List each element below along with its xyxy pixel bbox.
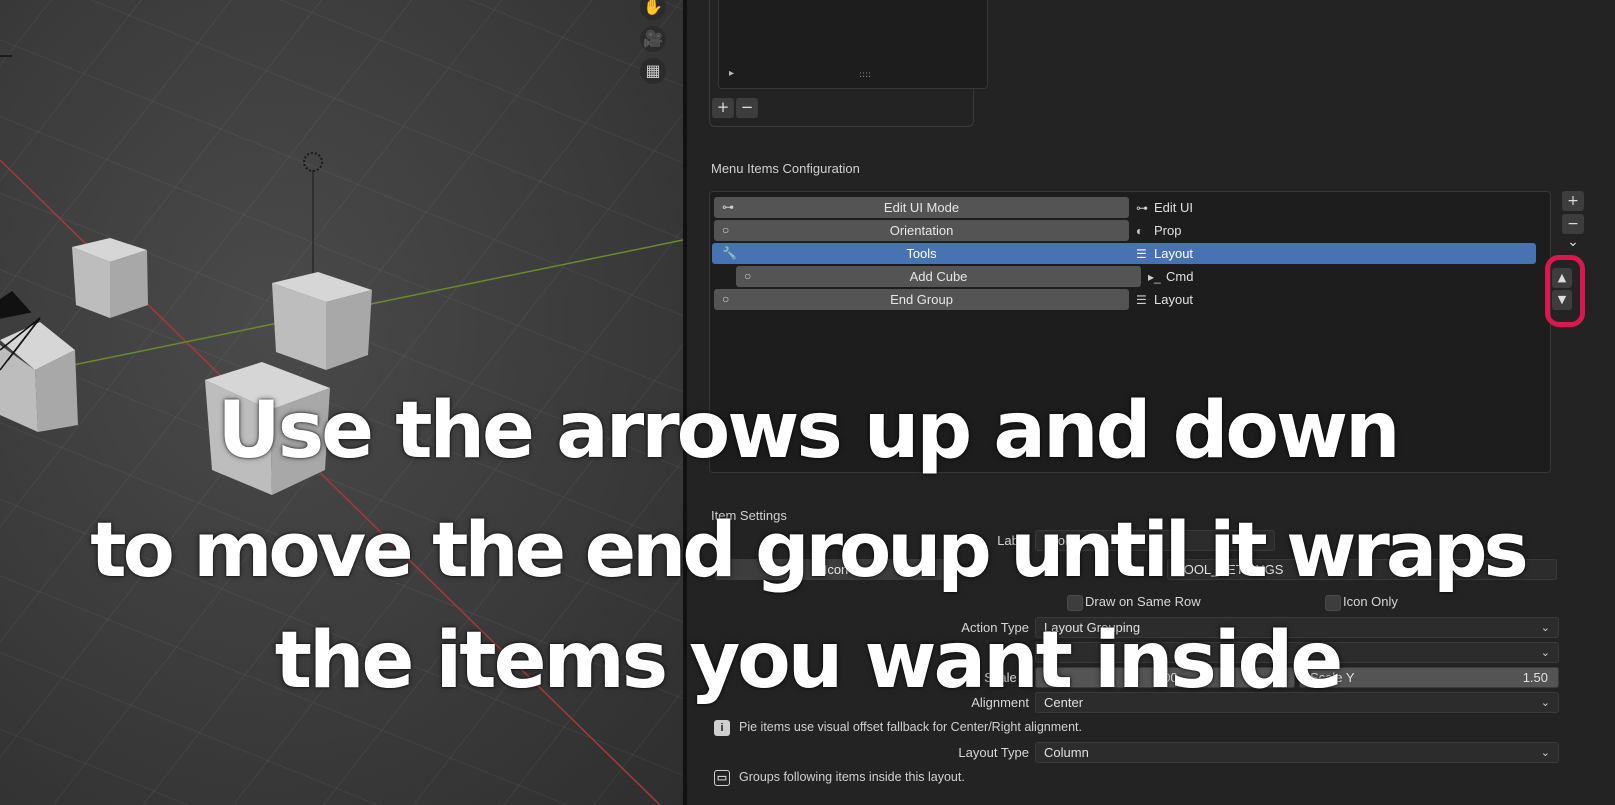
groups-info: ▭ Groups following items inside this layo… xyxy=(714,768,965,786)
row-type: ◐ Prop xyxy=(1136,220,1181,241)
list-item-selected[interactable]: 🔧 Tools ☰ Layout xyxy=(710,243,1540,264)
info-icon: i xyxy=(714,719,730,736)
node-icon: ⊶ xyxy=(722,200,734,214)
list-item[interactable]: ○ End Group ☰ Layout xyxy=(710,289,1540,310)
cube-1 xyxy=(72,238,148,318)
menu-items-title: Menu Items Configuration xyxy=(711,161,860,176)
row-type: ☰ Layout xyxy=(1136,243,1193,264)
light-icon xyxy=(303,152,323,172)
row-label-button[interactable]: ○ Orientation xyxy=(714,220,1129,241)
dot-icon: ○ xyxy=(722,292,730,306)
row-type-label: Prop xyxy=(1154,223,1182,238)
row-type-label: Edit UI xyxy=(1154,200,1194,215)
top-list-panel: ▸ :::: + − xyxy=(709,0,988,127)
layout-type-value: Column xyxy=(1044,745,1089,760)
draw-same-row-checkbox[interactable] xyxy=(1067,595,1083,611)
toggle-icon: ◐ xyxy=(1136,224,1144,238)
top-add-button[interactable]: + xyxy=(712,98,734,118)
draw-same-row-label: Draw on Same Row xyxy=(1085,594,1201,609)
row-type: ▸_ Cmd xyxy=(1148,266,1193,287)
add-item-button[interactable]: + xyxy=(1562,191,1584,211)
pie-info-text: Pie items use visual offset fallback for… xyxy=(739,720,1082,734)
icon-only-label: Icon Only xyxy=(1343,594,1398,609)
list-item[interactable]: ○ Orientation ◐ Prop xyxy=(710,220,1540,241)
play-icon: ▸ xyxy=(729,68,735,79)
annotation-highlight-ring xyxy=(1545,255,1585,327)
caption-line-3: the items you want inside xyxy=(274,616,1344,706)
viewport-nav: ✋ 🎥 ▦ xyxy=(640,0,672,88)
row-type: ⊶ Edit UI xyxy=(1136,197,1193,218)
layout-icon: ☰ xyxy=(1136,247,1147,261)
list-item[interactable]: ○ Add Cube ▸_ Cmd xyxy=(710,266,1540,287)
row-label: Add Cube xyxy=(909,269,968,284)
row-type-label: Layout xyxy=(1154,246,1194,261)
layout-type-label: Layout Type xyxy=(958,745,1029,760)
row-label-button[interactable]: ⊶ Edit UI Mode xyxy=(714,197,1129,218)
row-label-button[interactable]: ○ Add Cube xyxy=(736,266,1141,287)
top-remove-button[interactable]: − xyxy=(736,98,758,118)
tools-icon: 🔧 xyxy=(722,246,737,260)
grip-icon[interactable]: :::: xyxy=(859,70,871,80)
camera-icon[interactable]: 🎥 xyxy=(640,26,666,52)
archive-icon: ▭ xyxy=(714,769,730,786)
row-type: ☰ Layout xyxy=(1136,289,1193,310)
hand-icon[interactable]: ✋ xyxy=(640,0,666,20)
groups-info-text: Groups following items inside this layou… xyxy=(739,770,965,784)
cube-2 xyxy=(272,272,372,370)
pie-info: i Pie items use visual offset fallback fo… xyxy=(714,718,1082,736)
icon-only-checkbox[interactable] xyxy=(1325,595,1341,611)
list-item[interactable]: ⊶ Edit UI Mode ⊶ Edit UI xyxy=(710,197,1540,218)
dot-icon: ○ xyxy=(722,223,730,237)
grid-icon[interactable]: ▦ xyxy=(640,58,666,84)
console-icon: ▸_ xyxy=(1148,270,1161,284)
dot-icon: ○ xyxy=(744,269,752,283)
row-label: Edit UI Mode xyxy=(883,200,960,215)
row-label-button[interactable]: ○ End Group xyxy=(714,289,1129,310)
caption-line-1: Use the arrows up and down xyxy=(217,386,1400,476)
layout-type-select[interactable]: Column ⌄ xyxy=(1035,742,1559,763)
node-icon: ⊶ xyxy=(1136,201,1148,215)
row-label-button[interactable]: 🔧 Tools xyxy=(714,243,1129,264)
row-label: End Group xyxy=(890,292,953,307)
layout-icon: ☰ xyxy=(1136,293,1147,307)
row-type-label: Cmd xyxy=(1166,269,1194,284)
caption-line-2: to move the end group until it wraps xyxy=(90,505,1529,594)
top-list[interactable]: ▸ :::: xyxy=(718,0,988,89)
row-label: Tools xyxy=(906,246,937,261)
row-label: Orientation xyxy=(889,223,954,238)
row-type-label: Layout xyxy=(1154,292,1194,307)
remove-item-button[interactable]: − xyxy=(1562,214,1584,234)
chevron-down-icon: ⌄ xyxy=(1540,747,1550,759)
more-menu-icon[interactable]: ⌄ xyxy=(1562,235,1584,249)
